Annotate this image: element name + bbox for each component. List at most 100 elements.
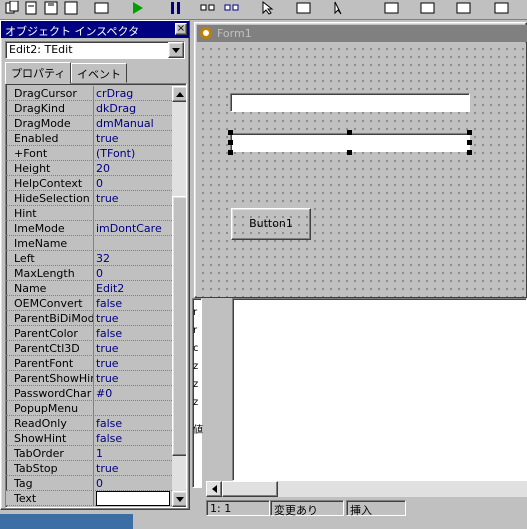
component-icon[interactable] [330,1,346,15]
property-value[interactable]: true [96,312,170,325]
property-value[interactable]: dmManual [96,117,170,130]
property-row[interactable]: HelpContext 0 [6,176,172,191]
property-row[interactable]: Hint [6,206,172,221]
property-value[interactable]: 0 [96,477,170,490]
resize-handle[interactable] [228,150,233,155]
property-row[interactable]: PopupMenu [6,401,172,416]
copy-icon[interactable] [4,1,20,15]
property-row[interactable]: Left 32 [6,251,172,266]
scroll-left-button[interactable] [206,481,222,497]
horizontal-scrollbar[interactable] [206,481,527,497]
trace-icon[interactable] [224,1,240,15]
column-divider [93,371,94,386]
edit1[interactable] [230,93,470,112]
property-value[interactable]: false [96,417,170,430]
property-row[interactable]: ParentColor false [6,326,172,341]
component-icon[interactable] [456,1,472,15]
property-row[interactable]: ParentBiDiMode true [6,311,172,326]
resize-handle[interactable] [347,130,352,135]
property-value[interactable]: true [96,357,170,370]
property-value[interactable]: Edit2 [96,282,170,295]
form-title-bar[interactable]: Form1 [197,25,527,42]
property-value[interactable] [96,491,170,506]
form-design-surface[interactable]: Button1 [197,43,526,297]
property-value[interactable]: true [96,342,170,355]
property-value[interactable]: 0 [96,177,170,190]
property-value[interactable]: false [96,297,170,310]
scroll-thumb[interactable] [222,481,278,497]
property-row[interactable]: DragKind dkDrag [6,101,172,116]
run-icon[interactable] [130,1,146,15]
component-icon[interactable] [384,1,400,15]
property-value[interactable]: dkDrag [96,102,170,115]
close-button[interactable]: × [175,23,187,35]
resize-handle[interactable] [467,150,472,155]
component-icon[interactable] [296,1,312,15]
resize-handle[interactable] [467,140,472,145]
property-row[interactable]: ParentFont true [6,356,172,371]
property-row[interactable]: ImeMode imDontCare [6,221,172,236]
property-value[interactable]: #0 [96,387,170,400]
pointer-icon[interactable] [260,1,276,15]
resize-handle[interactable] [228,140,233,145]
tab-events[interactable]: イベント [71,63,127,83]
new-icon[interactable] [94,1,110,15]
property-row[interactable]: Tag 0 [6,476,172,491]
property-row[interactable]: ParentCtl3D true [6,341,172,356]
pause-icon[interactable] [168,1,184,15]
property-row[interactable]: TabStop true [6,461,172,476]
property-value[interactable]: 20 [96,162,170,175]
property-row[interactable]: MaxLength 0 [6,266,172,281]
property-value[interactable]: (TFont) [96,147,170,160]
property-row[interactable]: DragMode dmManual [6,116,172,131]
scroll-up-button[interactable] [172,86,186,102]
property-row[interactable]: Enabled true [6,131,172,146]
property-value[interactable]: 32 [96,252,170,265]
property-value[interactable]: imDontCare [96,222,170,235]
resize-handle[interactable] [347,150,352,155]
property-row[interactable]: HideSelection true [6,191,172,206]
step-icon[interactable] [200,1,216,15]
property-value[interactable]: 0 [96,267,170,280]
property-row[interactable]: Name Edit2 [6,281,172,296]
property-row[interactable]: Height 20 [6,161,172,176]
property-value[interactable]: true [96,372,170,385]
chevron-down-icon[interactable] [168,42,184,58]
property-row[interactable]: +Font (TFont) [6,146,172,161]
property-row[interactable]: Text [6,491,172,506]
component-icon[interactable] [420,1,436,15]
vertical-scrollbar[interactable] [172,86,186,507]
property-value[interactable]: true [96,132,170,145]
property-value[interactable]: true [96,462,170,475]
property-row[interactable]: DragCursor crDrag [6,86,172,101]
property-row[interactable]: ShowHint false [6,431,172,446]
resize-handle[interactable] [228,130,233,135]
property-value[interactable]: false [96,432,170,445]
open-icon[interactable] [64,1,80,15]
property-row[interactable]: ReadOnly false [6,416,172,431]
property-value[interactable]: 1 [96,447,170,460]
inspector-title-bar[interactable]: オブジェクト インスペクタ × [1,21,189,38]
scroll-thumb[interactable] [172,196,186,456]
property-grid: DragCursor crDrag DragKind dkDrag DragMode dm… [5,83,187,508]
property-value[interactable]: true [96,192,170,205]
column-divider [93,116,94,131]
property-row[interactable]: ParentShowHint true [6,371,172,386]
property-row[interactable]: ImeName [6,236,172,251]
resize-handle[interactable] [467,130,472,135]
code-pane[interactable] [232,298,527,481]
object-selector[interactable]: Edit2: TEdit [5,41,185,59]
property-value[interactable]: crDrag [96,87,170,100]
tab-properties[interactable]: プロパティ [5,62,72,84]
property-row[interactable]: TabOrder 1 [6,446,172,461]
paste-icon[interactable] [24,1,40,15]
button1[interactable]: Button1 [231,208,311,240]
property-row[interactable]: OEMConvert false [6,296,172,311]
scroll-down-button[interactable] [172,491,186,507]
component-icon[interactable] [494,1,510,15]
property-name: Height [14,162,51,175]
property-row[interactable]: PasswordChar #0 [6,386,172,401]
save-icon[interactable] [44,1,60,15]
column-divider [93,341,94,356]
property-value[interactable]: false [96,327,170,340]
